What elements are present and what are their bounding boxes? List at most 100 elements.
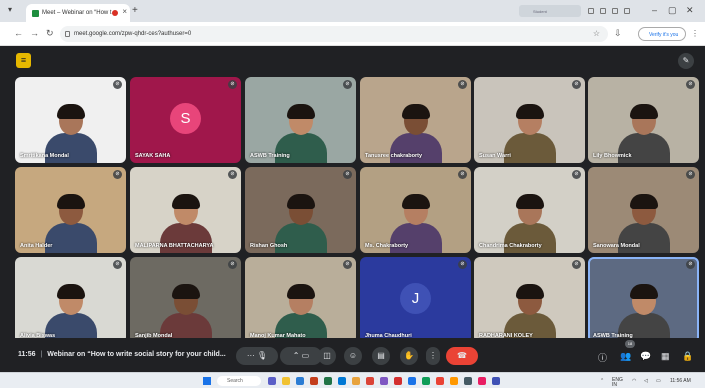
close-tab-icon[interactable]: ×	[122, 7, 127, 16]
captions-button[interactable]: ◫	[318, 347, 336, 365]
download-icon[interactable]	[612, 8, 618, 14]
store-icon[interactable]	[408, 377, 416, 385]
participant-tile[interactable]: ⊘ Anita Halder	[15, 167, 126, 253]
mic-muted-icon: ⊘	[228, 80, 237, 89]
settings-icon[interactable]	[464, 377, 472, 385]
more-options-button[interactable]: ⋮	[426, 347, 440, 365]
tray-up-arrow-icon[interactable]: ⌃	[600, 378, 604, 384]
participant-tile[interactable]: ⊘ Lily Bhowmick	[588, 77, 699, 163]
mic-toggle-button[interactable]: ··· 🎙	[236, 347, 278, 365]
participant-tile[interactable]: S ⊘ SAYAK SAHA	[130, 77, 241, 163]
pencil-icon[interactable]: ✎	[678, 53, 694, 69]
edge-icon[interactable]	[338, 377, 346, 385]
participant-tile[interactable]: ⊘ Ms. Chakraborty	[360, 167, 471, 253]
activities-icon[interactable]: ▦	[661, 351, 670, 362]
verify-button[interactable]: Verify it's you	[638, 27, 686, 41]
language-indicator[interactable]: ENG IN	[612, 378, 623, 388]
reload-icon[interactable]: ↻	[46, 28, 54, 39]
taskbar-clock: 11:56 AM	[670, 378, 691, 384]
browser-tab-title: Meet – Webinar on “How t	[42, 10, 112, 16]
participant-tile[interactable]: ⊘ Sanowara Mondal	[588, 167, 699, 253]
people-icon[interactable]: 👥	[620, 351, 631, 362]
bookmark-star-icon[interactable]: ☆	[593, 29, 600, 38]
participant-tile[interactable]: ⊘ Alivia Biswas	[15, 257, 126, 343]
browser-menu-icon[interactable]: ⋮	[691, 29, 699, 38]
participant-tile[interactable]: ⊘ ASWB Training	[245, 77, 356, 163]
folder-icon[interactable]	[352, 377, 360, 385]
tab-search-icon[interactable]: ▾	[8, 5, 12, 14]
participant-tile[interactable]: ⊘ Smritikana Mondal	[15, 77, 126, 163]
participant-tile[interactable]: ⊘ Manoj Kumar Mahato	[245, 257, 356, 343]
profile-icon[interactable]	[624, 8, 630, 14]
raise-hand-button[interactable]: ✋	[400, 347, 418, 365]
participant-name: Chandrima Chakraborty	[479, 243, 542, 249]
participant-tile[interactable]: ⊘ Sanjib Mondal	[130, 257, 241, 343]
powerpoint-icon[interactable]	[310, 377, 318, 385]
participant-name: Anita Halder	[20, 243, 53, 249]
participant-tile[interactable]: ⊘ ASWB Training	[588, 257, 699, 343]
taskbar-search[interactable]: Search	[217, 376, 261, 386]
participant-tile[interactable]: ⊘ MALIPARNA BHATTACHARYA	[130, 167, 241, 253]
reactions-button[interactable]: ☺	[344, 347, 362, 365]
participant-count-badge: 18	[625, 340, 635, 348]
mic-muted-icon: ⊘	[113, 170, 122, 179]
participant-name: MALIPARNA BHATTACHARYA	[135, 243, 214, 249]
lang-sub-label: IN	[612, 382, 617, 388]
participant-tile[interactable]: J ⊘ Jhuma Chaudhuri	[360, 257, 471, 343]
profile-chip[interactable]: Student	[519, 5, 581, 17]
new-tab-button[interactable]: +	[132, 5, 138, 16]
participant-tile[interactable]: ⊘ Chandrima Chakraborty	[474, 167, 585, 253]
mic-muted-icon: ⊘	[343, 80, 352, 89]
notes-icon[interactable]: ≡	[16, 53, 31, 68]
site-info-icon[interactable]	[65, 31, 70, 37]
chat-icon[interactable]: 💬	[640, 351, 651, 362]
mic-muted-icon: ⊘	[228, 260, 237, 269]
participant-tile[interactable]: ⊘ RADHARANI KOLEY	[474, 257, 585, 343]
present-button[interactable]: ▤	[372, 347, 390, 365]
chrome-active-icon[interactable]	[436, 377, 444, 385]
chrome-icon[interactable]	[366, 377, 374, 385]
volume-icon[interactable]: ◁	[644, 378, 648, 384]
meet-stage: ≡ ✎ ⊘ Smritikana Mondal S ⊘ SAYAK SAHA ⊘ ASWB …	[0, 46, 705, 372]
battery-icon[interactable]: ▭	[656, 378, 661, 384]
sheets-icon[interactable]	[422, 377, 430, 385]
vlc-icon[interactable]	[450, 377, 458, 385]
photos-icon[interactable]	[478, 377, 486, 385]
close-window-icon[interactable]: ✕	[686, 5, 694, 16]
os-taskbar: Search ⌃ ENG IN ◠ ◁ ▭ 11:56 AM	[0, 372, 705, 388]
leave-call-button[interactable]: ☎	[446, 347, 478, 365]
app-icon[interactable]	[380, 377, 388, 385]
pdf-icon[interactable]	[394, 377, 402, 385]
url-text: meet.google.com/zpw-qhdr-ces?authuser=0	[74, 31, 192, 37]
meeting-details-icon[interactable]: ⓘ	[598, 351, 607, 364]
extension-icon[interactable]	[588, 8, 594, 14]
meeting-separator: |	[40, 351, 43, 358]
participant-name: Susan Warri	[479, 153, 511, 159]
maximize-icon[interactable]: ▢	[668, 5, 677, 16]
excel-icon[interactable]	[324, 377, 332, 385]
forward-icon[interactable]: →	[30, 28, 39, 38]
participant-tile[interactable]: ⊘ Rishan Ghosh	[245, 167, 356, 253]
back-icon[interactable]: ←	[14, 28, 23, 38]
cast-icon[interactable]	[600, 8, 606, 14]
participant-tile[interactable]: ⊘ Tanusree chakraborty	[360, 77, 471, 163]
browser-tab-meet[interactable]: Meet – Webinar on “How t ×	[26, 4, 130, 22]
url-field[interactable]: meet.google.com/zpw-qhdr-ces?authuser=0 …	[60, 26, 608, 42]
file-explorer-icon[interactable]	[282, 377, 290, 385]
minimize-icon[interactable]: –	[652, 5, 657, 15]
wifi-icon[interactable]: ◠	[632, 378, 636, 384]
participant-tile[interactable]: ⊘ Susan Warri	[474, 77, 585, 163]
camera-toggle-button[interactable]: ⌃ ▭	[280, 347, 322, 365]
mic-muted-icon: ⊘	[686, 80, 695, 89]
host-controls-icon[interactable]: 🔒	[682, 351, 693, 362]
participant-video	[503, 104, 556, 163]
windows-start-icon[interactable]	[203, 377, 211, 385]
participant-name: Smritikana Mondal	[20, 153, 69, 159]
mic-muted-icon: ⊘	[458, 170, 467, 179]
word-icon[interactable]	[296, 377, 304, 385]
install-app-icon[interactable]: ⇩	[614, 28, 622, 39]
recording-dot-icon	[112, 10, 118, 16]
teams-icon[interactable]	[268, 377, 276, 385]
mail-icon[interactable]	[492, 377, 500, 385]
meet-control-bar: 11:56 | Webinar on “How to write social …	[0, 338, 705, 372]
